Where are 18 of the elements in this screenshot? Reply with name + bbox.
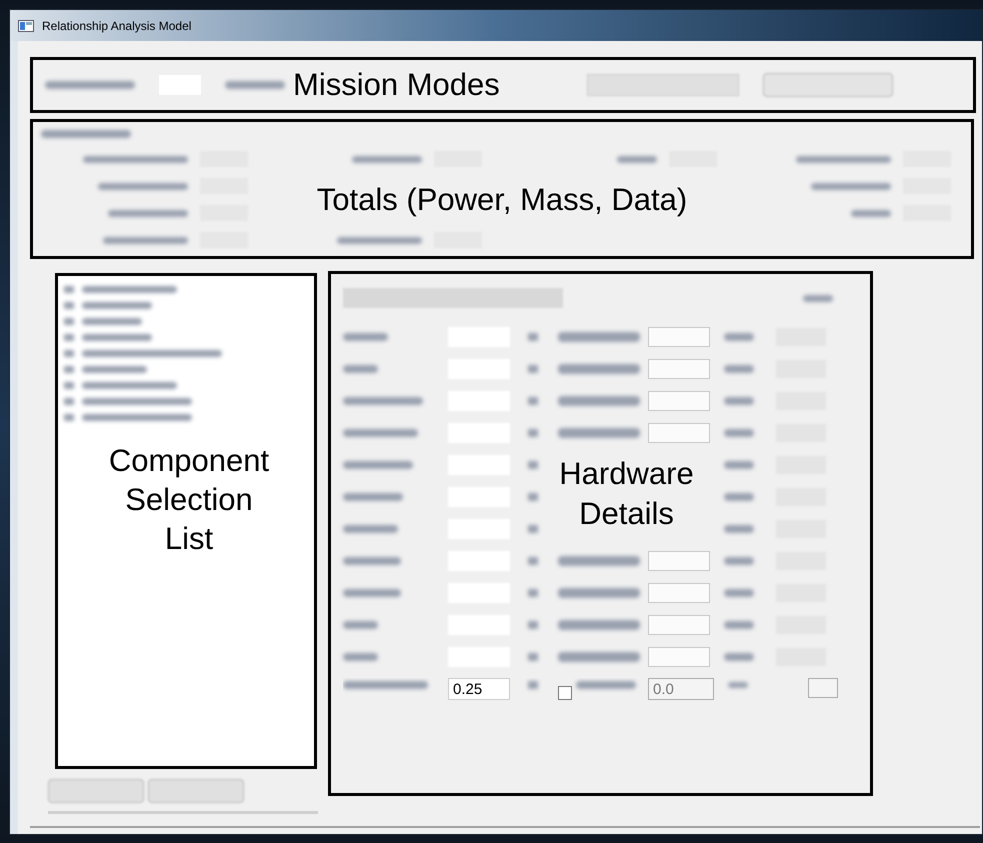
blurred-field — [648, 327, 710, 347]
annotation-label: Component Selection List — [108, 442, 270, 558]
blurred-field — [648, 615, 710, 635]
checkbox[interactable] — [558, 686, 572, 700]
constant-field[interactable]: 0.0 — [648, 678, 714, 700]
blurred-field — [648, 551, 710, 571]
blurred-field — [808, 678, 838, 698]
annotation-label: Hardware Details — [558, 455, 695, 533]
window-title: Relationship Analysis Model — [42, 18, 192, 34]
annotation-label: Totals (Power, Mass, Data) — [316, 182, 688, 218]
blurred-field — [648, 391, 710, 411]
app-icon — [18, 20, 34, 32]
blurred-field — [648, 423, 710, 443]
blurred-field — [648, 583, 710, 603]
annotation-label: Mission Modes — [293, 66, 501, 104]
value-field[interactable]: 0.25 — [448, 678, 510, 700]
blurred-field — [648, 359, 710, 379]
blurred-field — [648, 647, 710, 667]
